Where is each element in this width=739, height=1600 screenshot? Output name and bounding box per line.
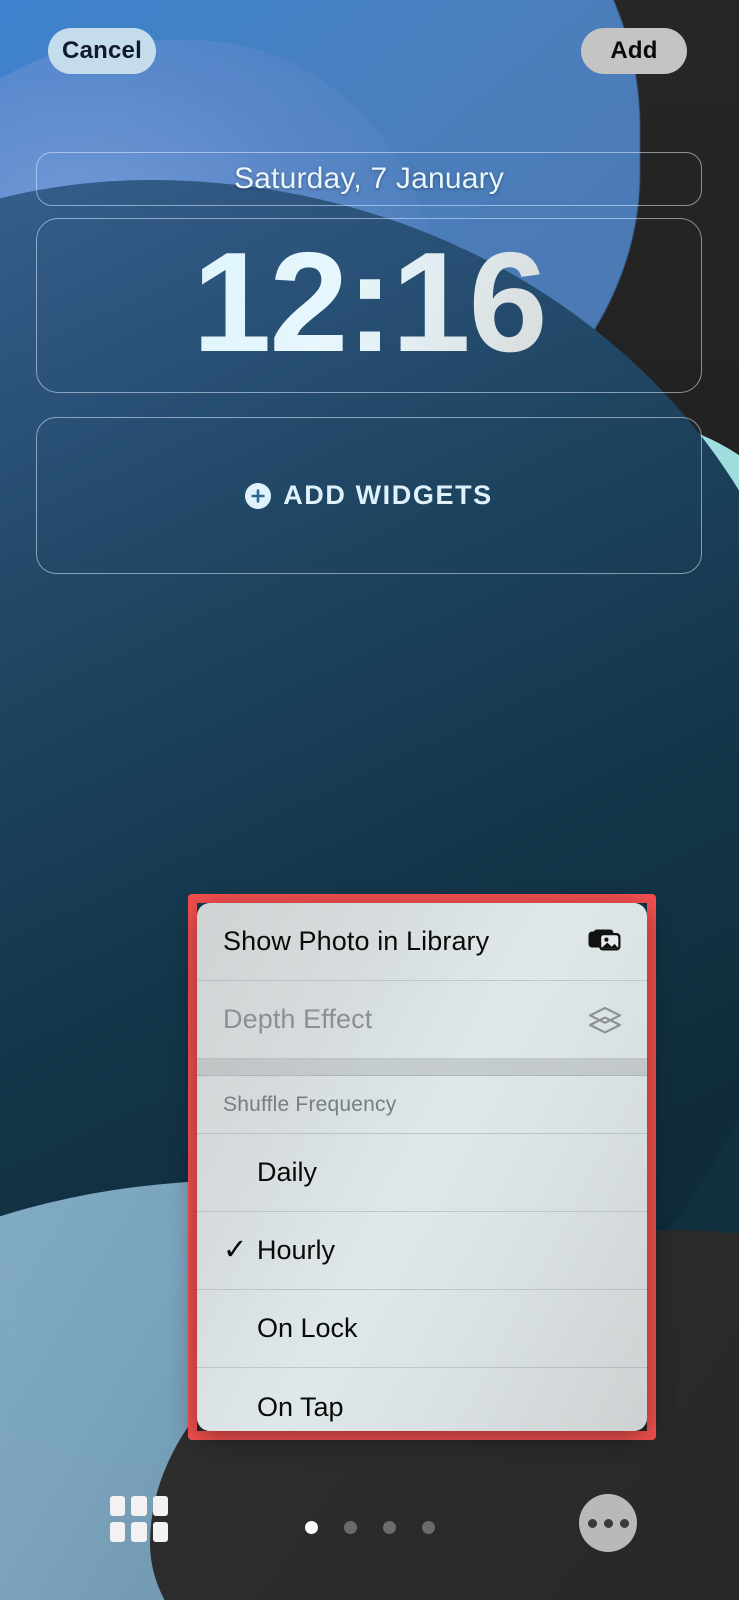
wallpaper-context-menu: Show Photo in Library Depth Effect Shuff… [197,903,647,1431]
grid-cell [131,1496,147,1516]
menu-option-on-tap[interactable]: ✓ On Tap [197,1368,647,1431]
menu-option-label: On Tap [257,1391,344,1422]
menu-item-depth-effect[interactable]: Depth Effect [197,981,647,1059]
grid-cell [110,1496,126,1516]
more-options-button[interactable] [579,1494,637,1552]
checkmark-icon: ✓ [223,1314,257,1343]
add-widgets-slot[interactable]: ADD WIDGETS [36,417,702,574]
menu-option-label: On Lock [257,1313,358,1343]
menu-option-on-lock[interactable]: ✓ On Lock [197,1290,647,1368]
date-text: Saturday, 7 January [233,162,505,195]
clock-widget-slot[interactable]: 12:16 [36,218,702,393]
page-indicator-dots[interactable] [304,1521,435,1534]
clock-time-text: 12:16 [192,222,547,382]
menu-section-header-label: Shuffle Frequency [223,1092,397,1116]
menu-option-daily[interactable]: ✓ Daily [197,1134,647,1212]
page-dot-active[interactable] [304,1521,318,1534]
menu-option-label: Daily [257,1157,318,1187]
editor-bottom-bar [0,1460,739,1600]
menu-item-show-photo-in-library[interactable]: Show Photo in Library [197,903,647,981]
menu-group-separator [197,1059,647,1076]
grid-cell [131,1522,147,1542]
add-widgets-label: ADD WIDGETS [283,480,493,510]
ellipsis-dot [587,1518,597,1528]
wallpaper-watermark: IFREETON [4,1255,19,1337]
page-dot[interactable] [382,1521,396,1534]
page-dot[interactable] [343,1521,357,1534]
menu-option-label: Hourly [257,1235,336,1265]
plus-icon [245,482,272,509]
ellipsis-dot [603,1518,613,1528]
ellipsis-dot [619,1518,629,1528]
iphone-lock-screen-editor: IFREETON Cancel Add Saturday, 7 January … [0,0,739,1600]
checkmark-icon: ✓ [223,1158,257,1187]
menu-item-label: Depth Effect [223,1004,373,1034]
checkmark-icon: ✓ [223,1234,248,1266]
grid-cell [152,1522,168,1542]
date-widget-slot[interactable]: Saturday, 7 January [36,152,702,206]
photo-stack-icon [585,922,625,962]
menu-item-label: Show Photo in Library [223,926,490,956]
menu-section-header-shuffle-frequency: Shuffle Frequency [197,1076,647,1134]
grid-cell [110,1522,126,1542]
menu-option-hourly[interactable]: ✓ Hourly [197,1212,647,1290]
layers-icon [585,1000,625,1040]
grid-cell [152,1496,168,1516]
add-button[interactable]: Add [581,28,687,74]
checkmark-icon: ✓ [223,1393,257,1422]
cancel-button[interactable]: Cancel [48,28,156,74]
wallpaper-gallery-grid-icon[interactable] [110,1496,168,1542]
editor-top-bar: Cancel Add [0,0,739,96]
annotation-highlight-box: Show Photo in Library Depth Effect Shuff… [188,894,656,1440]
page-dot[interactable] [421,1521,435,1534]
